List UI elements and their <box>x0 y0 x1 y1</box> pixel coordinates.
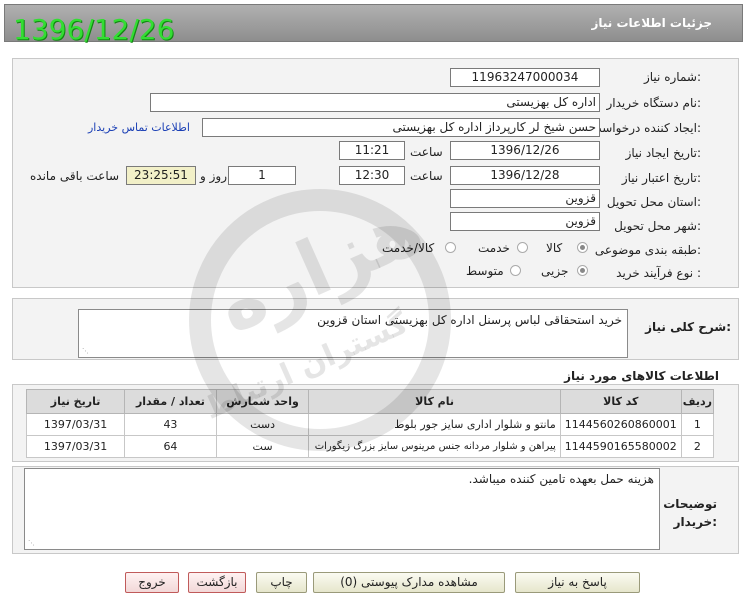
need-number-field: 1196324700003​4 <box>450 68 600 87</box>
item-code: 1144590165580002 <box>559 435 682 458</box>
created-date-label: تاریخ ایجاد نیاز: <box>625 146 701 160</box>
back-button[interactable]: بازگشت <box>188 572 246 593</box>
item-unit: دست <box>215 413 310 436</box>
description-text: خرید استحقاقی لباس پرسنل اداره کل بهزیست… <box>317 313 622 327</box>
table-row: 1 1144560260860001 مانتو و شلوار اداری س… <box>25 413 715 436</box>
buyer-org-label: نام دستگاه خریدار: <box>606 96 702 110</box>
process-radio-minor[interactable] <box>577 265 588 276</box>
col-code: کد کالا <box>559 389 682 414</box>
col-row: ردیف <box>680 389 715 414</box>
item-quantity: 43 <box>124 413 217 436</box>
province-field: قزوین <box>450 189 600 208</box>
item-name: مانتو و شلوار اداری سایز جور بلوط <box>308 413 561 436</box>
category-radio-goods-service[interactable] <box>445 242 456 253</box>
table-row: 2 1144590165580002 پیراهن و شلوار مردانه… <box>25 435 715 458</box>
item-quantity: 64 <box>124 435 217 458</box>
col-unit: واحد شمارش <box>215 389 310 414</box>
resize-grip-icon[interactable]: ⋰ <box>82 347 89 355</box>
reply-button[interactable]: پاسخ به نیاز <box>515 572 640 593</box>
notes-label-line2: خریدار: <box>673 515 717 529</box>
need-number-label: شماره نیاز: <box>643 70 701 84</box>
item-name: پیراهن و شلوار مردانه جنس مرینوس سایز بز… <box>308 435 561 458</box>
notes-label-line1: توضیحات <box>663 497 717 511</box>
col-need-date: تاریخ نیاز <box>25 389 126 414</box>
validity-date-label: تاریخ اعتبار نیاز: <box>621 171 701 185</box>
created-time-field: 11:21 <box>339 141 405 160</box>
days-label: روز و <box>200 169 227 183</box>
process-radio-medium[interactable] <box>510 265 521 276</box>
province-label: استان محل تحویل: <box>606 195 701 209</box>
buyer-contact-link[interactable]: اطلاعات تماس خریدار <box>88 121 190 134</box>
exit-button[interactable]: خروج <box>125 572 179 593</box>
page-header: 1396/12/26 جزئیات اطلاعات نیاز <box>4 4 743 46</box>
col-name: نام کالا <box>308 389 561 414</box>
city-field: قزوین <box>450 212 600 231</box>
goods-table-header: ردیف کد کالا نام کالا واحد شمارش تعداد /… <box>25 389 715 414</box>
notes-text: هزینه حمل بعهده تامین کننده میباشد. <box>468 472 654 486</box>
date-stamp: 1396/12/26 <box>13 13 175 46</box>
category-radio-service[interactable] <box>517 242 528 253</box>
category-radio-goods[interactable] <box>577 242 588 253</box>
row-number: 2 <box>680 435 715 458</box>
requester-label: ایجاد کننده درخواست: <box>590 121 701 135</box>
validity-date-field: 1396/12/28 <box>450 166 600 185</box>
item-unit: ست <box>215 435 310 458</box>
resize-grip-icon[interactable]: ⋰ <box>28 539 35 547</box>
time-remaining-label: ساعت باقی مانده <box>30 169 120 183</box>
process-type-label: نوع فرآیند خرید : <box>616 266 701 280</box>
description-label: شرح کلی نیاز: <box>645 320 731 334</box>
goods-section-title: اطلاعات کالاهای مورد نیاز <box>564 369 719 383</box>
category-option-goods: کالا <box>546 241 563 255</box>
created-date-field: 1396/12/26 <box>450 141 600 160</box>
item-need-date: 1397/03/31 <box>25 435 126 458</box>
category-option-service: خدمت <box>478 241 510 255</box>
process-option-medium: متوسط <box>466 264 504 278</box>
item-need-date: 1397/03/31 <box>25 413 126 436</box>
days-remaining-field: 1 <box>228 166 296 185</box>
process-option-minor: جزیی <box>541 264 569 278</box>
row-number: 1 <box>680 413 715 436</box>
item-code: 1144560260860001 <box>559 413 682 436</box>
requester-field: حسن شیخ لر کارپرداز اداره کل بهزیستی <box>202 118 600 137</box>
goods-table: ردیف کد کالا نام کالا واحد شمارش تعداد /… <box>25 389 715 458</box>
description-textarea[interactable]: خرید استحقاقی لباس پرسنل اداره کل بهزیست… <box>78 309 628 358</box>
category-label: طبقه بندی موضوعی: <box>594 243 701 257</box>
notes-textarea[interactable]: هزینه حمل بعهده تامین کننده میباشد. ⋰ <box>24 468 660 550</box>
validity-time-field: 12:30 <box>339 166 405 185</box>
city-label: شهر محل تحویل: <box>614 219 701 233</box>
print-button[interactable]: چاپ <box>256 572 307 593</box>
page-title: جزئیات اطلاعات نیاز <box>591 16 712 30</box>
validity-time-label: ساعت <box>410 169 443 183</box>
category-option-goods-service: کالا/خدمت <box>382 241 435 255</box>
created-time-label: ساعت <box>410 145 443 159</box>
buyer-org-field: اداره کل بهزیستی <box>150 93 600 112</box>
time-remaining-field: 23:25:51 <box>126 166 196 185</box>
view-attachments-button[interactable]: مشاهده مدارک پیوستی (0) <box>313 572 505 593</box>
col-quantity: تعداد / مقدار <box>124 389 217 414</box>
